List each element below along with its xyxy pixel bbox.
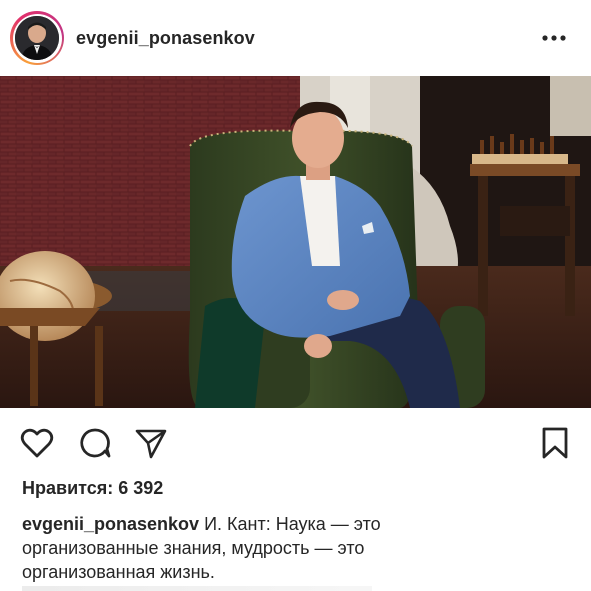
paper-plane-icon[interactable] <box>134 426 168 460</box>
more-options-button[interactable] <box>537 23 571 53</box>
post-actions <box>0 408 591 478</box>
heart-icon[interactable] <box>20 426 54 460</box>
more-horizontal-icon <box>542 35 566 41</box>
avatar[interactable] <box>10 11 64 65</box>
avatar-gap <box>12 13 62 63</box>
post-caption: evgenii_ponasenkov И. Кант: Наука — это … <box>22 512 442 584</box>
header-username[interactable]: evgenii_ponasenkov <box>76 28 537 49</box>
caption-author[interactable]: evgenii_ponasenkov <box>22 514 199 534</box>
comment-icon[interactable] <box>78 426 112 460</box>
comments-preview-fade <box>22 586 372 591</box>
likes-count[interactable]: Нравится: 6 392 <box>22 478 163 499</box>
post-photo-illustration <box>0 76 591 408</box>
avatar-image <box>15 16 59 60</box>
avatar-photo <box>15 16 59 60</box>
bookmark-icon[interactable] <box>538 426 572 460</box>
post-photo[interactable] <box>0 76 591 408</box>
post-header: evgenii_ponasenkov <box>0 0 591 76</box>
